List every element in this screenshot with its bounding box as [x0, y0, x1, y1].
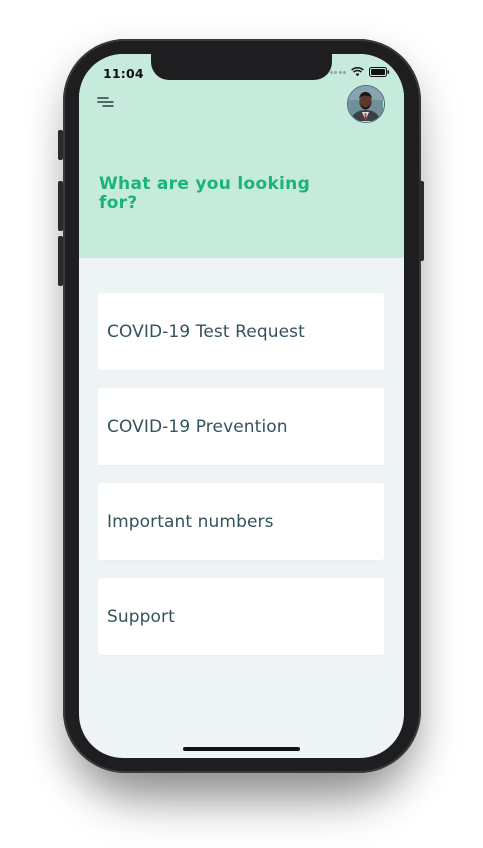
- status-time: 11:04: [103, 66, 144, 81]
- menu-card-label: Important numbers: [107, 511, 274, 532]
- menu-icon[interactable]: [97, 95, 115, 109]
- menu-card-important-numbers[interactable]: Important numbers: [98, 483, 384, 560]
- menu-card-covid-test-request[interactable]: COVID-19 Test Request: [98, 293, 384, 370]
- app-screen: 11:04 What are you looking for? COVID-19…: [79, 54, 404, 758]
- avatar-image: [348, 86, 383, 122]
- volume-down-button: [58, 236, 63, 286]
- battery-icon: [369, 67, 390, 77]
- menu-card-label: COVID-19 Prevention: [107, 416, 288, 437]
- device-mockup: 11:04 What are you looking for? COVID-19…: [0, 0, 483, 848]
- profile-avatar[interactable]: [347, 85, 385, 123]
- home-indicator[interactable]: [183, 747, 300, 751]
- power-button: [419, 181, 424, 261]
- signal-icon: [329, 70, 346, 74]
- menu-card-support[interactable]: Support: [98, 578, 384, 655]
- menu-card-covid-prevention[interactable]: COVID-19 Prevention: [98, 388, 384, 465]
- volume-up-button: [58, 181, 63, 231]
- mute-switch: [58, 130, 63, 160]
- menu-list: COVID-19 Test Request COVID-19 Preventio…: [98, 293, 384, 673]
- status-icons: [329, 67, 391, 77]
- header-panel: 11:04 What are you looking for?: [79, 54, 404, 258]
- device-notch: [151, 54, 332, 80]
- menu-card-label: COVID-19 Test Request: [107, 321, 305, 342]
- page-title: What are you looking for?: [99, 174, 311, 213]
- menu-card-label: Support: [107, 606, 175, 627]
- wifi-icon: [351, 67, 364, 77]
